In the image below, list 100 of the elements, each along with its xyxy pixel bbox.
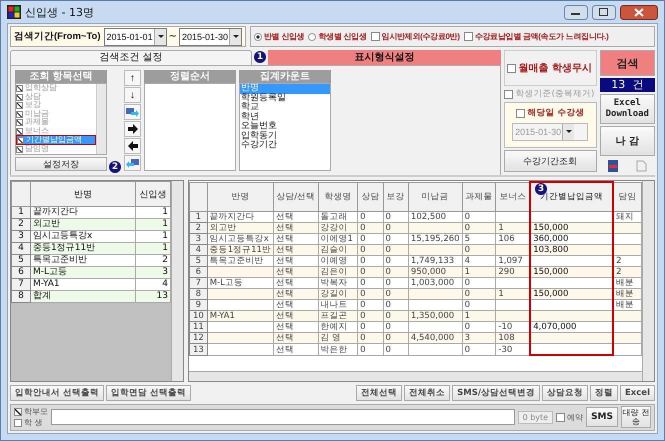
action-button[interactable]: SMS/상담선택변경 [452,384,540,401]
excel-download-button[interactable]: Excel Download [600,94,655,124]
scrollbar[interactable] [171,181,183,381]
row-number: 4 [12,242,30,255]
row-number: 9 [190,300,208,311]
message-field[interactable] [51,409,515,426]
action-button[interactable]: 전체취소 [404,384,450,401]
action-button[interactable]: Excel [620,384,655,401]
table-cell: 150,000 [530,288,614,300]
table-cell: 150,000 [530,266,614,278]
remove-button[interactable] [124,138,141,154]
close-button[interactable] [620,4,658,20]
column-header[interactable]: 상담/선택 [273,182,318,212]
transfer-icon [126,106,139,118]
print-button[interactable]: 입학안내서 선택출력 [10,384,104,401]
radio-option[interactable]: 학생별 신입생 [308,31,367,42]
list-header: 정렬순서 [144,70,236,84]
row-number: 10 [190,310,208,322]
move-button[interactable]: ↑ [124,70,141,86]
save-settings-button[interactable]: 설정저장 [15,157,107,172]
list-header: 집계카운트 [239,70,331,84]
checkbox-option[interactable]: 학 생 [14,417,48,428]
row-number: 6 [190,266,208,278]
column-header[interactable]: 미납금 [408,182,462,212]
row-number: 3 [190,234,208,245]
checkbox-option[interactable]: 예약 [556,412,584,423]
search-button[interactable]: 검색 [600,50,655,76]
table-cell: 중등1정규11반 [207,244,274,256]
table-cell: 0 [383,344,408,356]
minimize-button[interactable] [564,4,588,20]
row-number: 11 [190,322,208,333]
table-cell: M-L고등 [30,266,136,279]
checkbox-option[interactable]: 수강료납입별 금액(속도가 느려집니다.) [464,31,608,42]
column-header[interactable]: 과제물 [462,182,496,212]
row-number: 1 [190,212,208,223]
to-date-field[interactable]: 2015-01-30 [178,28,242,46]
row-number: 8 [12,290,30,303]
table-cell: -30 [496,344,530,356]
app-icon [7,5,21,19]
column-header[interactable]: 상담 [358,182,383,212]
list-item[interactable]: 오늘번호 [240,122,330,132]
column-header[interactable]: 보너스 [496,182,530,212]
row-number: 4 [190,244,208,256]
transfer-icon [126,158,139,169]
maximize-button[interactable] [592,4,616,20]
table-cell [207,266,274,278]
column-header[interactable]: 학생명 [318,182,358,212]
table-cell: 박은한 [318,344,358,356]
action-button[interactable]: 정렬 [590,384,618,401]
bulk-send-button[interactable]: 대량 전송 [621,406,651,428]
settings-tab[interactable]: 검색조건 설정 [10,50,252,66]
list-item[interactable]: 학년 [240,112,330,122]
search-period-label: 검색기간(From~To) [14,30,101,44]
from-date-field[interactable]: 2015-01-01 [104,28,167,46]
table-cell: 0 [462,344,496,356]
checkbox-option[interactable]: 월매출 학생무시 [504,50,597,86]
table-cell: 150,000 [530,222,614,234]
scrollbar[interactable] [189,370,642,381]
column-header[interactable]: 반명 [207,182,274,212]
table-cell: 0 [358,344,383,356]
row-number: 12 [190,332,208,344]
table-cell [207,332,274,344]
exit-button[interactable]: 나 감 [600,126,655,156]
row-number: 5 [12,254,30,267]
step-badge: 1 [254,51,266,64]
column-header[interactable]: 반명 [30,182,136,207]
scrollbar[interactable] [96,84,106,154]
table-cell: 선택 [273,344,318,356]
row-number: 6 [12,266,30,279]
list-item[interactable]: 학교 [240,103,330,113]
action-button[interactable]: 전체선택 [356,384,402,401]
table-cell [207,288,274,300]
display-format-header: 표시형식설정 [268,50,501,66]
table-cell: 103,800 [530,244,614,256]
list-item[interactable]: 학원등록일 [240,94,330,104]
add-button[interactable] [124,121,141,138]
table-cell: M-YA1 [207,310,274,322]
row-number: 13 [190,344,208,356]
column-header[interactable]: 신입생 [136,182,170,207]
print-button[interactable]: 입학면담 선택출력 [106,384,191,401]
list-item[interactable]: 수강기간 [240,141,330,151]
column-header[interactable]: 담임 [613,182,642,212]
list-item[interactable]: 입학동기 [240,132,330,142]
step-badge: 2 [109,161,121,174]
checkbox-option[interactable]: 학부모 [14,406,48,418]
radio-option[interactable]: 반별 신입생 [254,31,304,42]
move-left-button[interactable] [124,155,141,172]
column-header[interactable]: 보강 [383,182,408,212]
period-lookup-button[interactable]: 수강기간조회 [504,150,597,172]
print-icon[interactable] [607,160,620,172]
right-arrow-icon [128,124,138,134]
table-cell [207,344,274,356]
checkbox-option[interactable]: 임시반제외(수강료0반) [370,31,460,42]
move-button[interactable]: ↓ [124,87,141,104]
scrollbar[interactable] [642,181,654,381]
action-button[interactable]: 상담요청 [542,384,588,401]
move-right-button[interactable] [124,104,141,120]
left-arrow-icon [128,141,138,152]
sms-send-button[interactable]: SMS [586,407,618,428]
row-number: 1 [12,206,30,219]
